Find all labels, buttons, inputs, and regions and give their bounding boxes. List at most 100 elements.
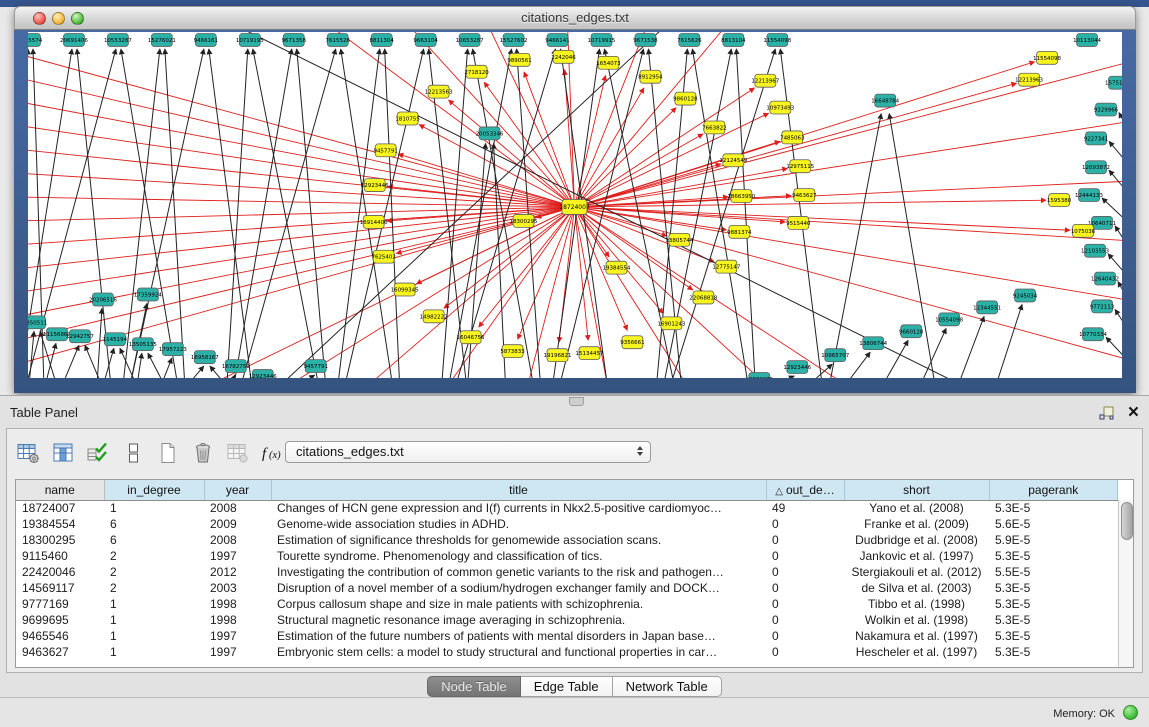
graph-node[interactable]: 9663104 xyxy=(413,33,438,46)
graph-node[interactable]: 12775147 xyxy=(712,260,740,273)
table-cell[interactable]: 9465546 xyxy=(16,628,104,644)
graph-node[interactable]: 9329966 xyxy=(1094,103,1119,116)
table-mode-icon[interactable] xyxy=(15,440,41,466)
table-cell[interactable]: 14569117 xyxy=(16,580,104,596)
table-cell[interactable]: 6 xyxy=(104,516,204,532)
graph-node[interactable]: 10770334 xyxy=(1079,328,1107,341)
graph-node[interactable]: 9227341 xyxy=(1084,132,1108,145)
graph-node[interactable]: 9356661 xyxy=(620,336,644,349)
graph-node[interactable]: 7615526 xyxy=(326,33,351,46)
table-cell[interactable]: 5.9E-5 xyxy=(989,532,1118,548)
table-cell[interactable]: 22420046 xyxy=(16,564,104,580)
table-row[interactable]: 2242004622012Investigating the contribut… xyxy=(16,564,1118,580)
table-cell[interactable]: 2 xyxy=(104,580,204,596)
graph-node[interactable]: 1810755 xyxy=(395,112,419,125)
table-cell[interactable]: Estimation of the future numbers of pati… xyxy=(271,628,766,644)
table-cell[interactable]: 6 xyxy=(104,532,204,548)
table-cell[interactable]: 1 xyxy=(104,644,204,660)
table-row[interactable]: 1830029562008Estimation of significance … xyxy=(16,532,1118,548)
graph-node[interactable]: 10719195 xyxy=(236,33,264,46)
graph-node[interactable]: 14982222 xyxy=(420,310,448,323)
table-row[interactable]: 977716911998Corpus callosum shape and si… xyxy=(16,596,1118,612)
table-cell[interactable]: Disruption of a novel member of a sodium… xyxy=(271,580,766,596)
graph-node[interactable]: 9463627 xyxy=(792,189,817,202)
graph-node[interactable]: 2242046 xyxy=(551,50,576,63)
graph-node[interactable]: 9660128 xyxy=(899,325,924,338)
graph-node[interactable]: 16099345 xyxy=(391,283,419,296)
graph-node[interactable]: 12444133 xyxy=(1075,189,1103,202)
graph-node[interactable]: 15527602 xyxy=(500,33,528,46)
table-cell[interactable]: 2003 xyxy=(204,580,271,596)
graph-node[interactable]: 12344551 xyxy=(973,301,1001,314)
table-cell[interactable]: Structural magnetic resonance image aver… xyxy=(271,612,766,628)
table-cell[interactable]: Changes of HCN gene expression and I(f) … xyxy=(271,500,766,516)
graph-node[interactable]: 19196821 xyxy=(544,349,572,362)
graph-node[interactable]: 17957223 xyxy=(159,343,187,356)
function-builder-icon[interactable]: f(x) xyxy=(260,440,286,466)
graph-node[interactable]: 12093872 xyxy=(1082,161,1110,174)
graph-node[interactable]: 8912954 xyxy=(638,70,663,83)
table-cell[interactable]: 1 xyxy=(104,500,204,516)
graph-node[interactable]: 15134457 xyxy=(576,347,604,360)
graph-node[interactable]: 10973493 xyxy=(766,101,794,114)
table-cell[interactable]: Investigating the contribution of common… xyxy=(271,564,766,580)
table-cell[interactable]: 0 xyxy=(766,644,844,660)
table-cell[interactable]: 0 xyxy=(766,628,844,644)
table-cell[interactable]: Tibbo et al. (1998) xyxy=(844,596,989,612)
table-row[interactable]: 969969511998Structural magnetic resonanc… xyxy=(16,612,1118,628)
table-cell[interactable]: Franke et al. (2009) xyxy=(844,516,989,532)
tab-network-table[interactable]: Network Table xyxy=(613,676,722,697)
graph-node[interactable]: 16914406 xyxy=(360,215,388,228)
column-header-in_degree[interactable]: in_degree xyxy=(104,480,204,500)
table-cell[interactable]: 0 xyxy=(766,548,844,564)
graph-node[interactable]: 1595380 xyxy=(1047,194,1072,207)
table-row[interactable]: 946554611997Estimation of the future num… xyxy=(16,628,1118,644)
graph-node[interactable]: 18663950 xyxy=(727,190,755,203)
table-cell[interactable]: 0 xyxy=(766,596,844,612)
table-cell[interactable]: 0 xyxy=(766,612,844,628)
table-cell[interactable]: Nakamura et al. (1997) xyxy=(844,628,989,644)
graph-node[interactable]: 7663822 xyxy=(702,121,726,134)
graph-node[interactable]: 13505135 xyxy=(129,338,157,351)
table-cell[interactable]: 9115460 xyxy=(16,548,104,564)
table-cell[interactable]: 9777169 xyxy=(16,596,104,612)
table-cell[interactable]: 2 xyxy=(104,548,204,564)
graph-node[interactable]: 15751874 xyxy=(1105,76,1122,89)
graph-node[interactable]: 9881374 xyxy=(727,225,752,238)
table-cell[interactable]: Wolkin et al. (1998) xyxy=(844,612,989,628)
table-cell[interactable]: 5.3E-5 xyxy=(989,596,1118,612)
table-cell[interactable]: Stergiakouli et al. (2012) xyxy=(844,564,989,580)
graph-node[interactable]: 10719915 xyxy=(588,33,616,46)
graph-node[interactable]: 20691406 xyxy=(60,33,88,46)
graph-node[interactable]: 12213963 xyxy=(1015,73,1043,86)
graph-node[interactable]: 12640432 xyxy=(1091,272,1119,285)
graph-node[interactable]: 7625402 xyxy=(371,250,395,263)
table-cell[interactable]: 5.3E-5 xyxy=(989,628,1118,644)
graph-node[interactable]: 12124549 xyxy=(719,154,747,167)
graph-node[interactable]: 18724007 xyxy=(559,200,590,215)
table-cell[interactable]: 2 xyxy=(104,564,204,580)
table-cell[interactable]: 2009 xyxy=(204,516,271,532)
table-cell[interactable]: Estimation of significance thresholds fo… xyxy=(271,532,766,548)
table-row[interactable]: 1938455462009Genome-wide association stu… xyxy=(16,516,1118,532)
table-cell[interactable]: 5.3E-5 xyxy=(989,500,1118,516)
table-cell[interactable]: 1997 xyxy=(204,628,271,644)
table-cell[interactable]: 5.3E-5 xyxy=(989,612,1118,628)
close-window-button[interactable] xyxy=(33,12,46,25)
graph-node[interactable]: 8811304 xyxy=(369,33,394,46)
graph-node[interactable]: 18300295 xyxy=(510,214,538,227)
graph-node[interactable]: 11554098 xyxy=(763,33,791,46)
table-cell[interactable]: 5.3E-5 xyxy=(989,644,1118,660)
column-visibility-icon[interactable] xyxy=(50,440,76,466)
graph-node[interactable]: 10553287 xyxy=(104,33,132,46)
column-header-pagerank[interactable]: pagerank xyxy=(989,480,1118,500)
table-cell[interactable]: 5.6E-5 xyxy=(989,516,1118,532)
table-cell[interactable]: Genome-wide association studies in ADHD. xyxy=(271,516,766,532)
table-cell[interactable]: 9463627 xyxy=(16,644,104,660)
table-cell[interactable]: 5.3E-5 xyxy=(989,580,1118,596)
table-cell[interactable]: 1 xyxy=(104,596,204,612)
graph-node[interactable]: 9772113 xyxy=(1090,300,1115,313)
graph-node[interactable]: 22068818 xyxy=(689,291,717,304)
table-cell[interactable]: 1997 xyxy=(204,548,271,564)
graph-node[interactable]: 16958167 xyxy=(191,351,219,364)
